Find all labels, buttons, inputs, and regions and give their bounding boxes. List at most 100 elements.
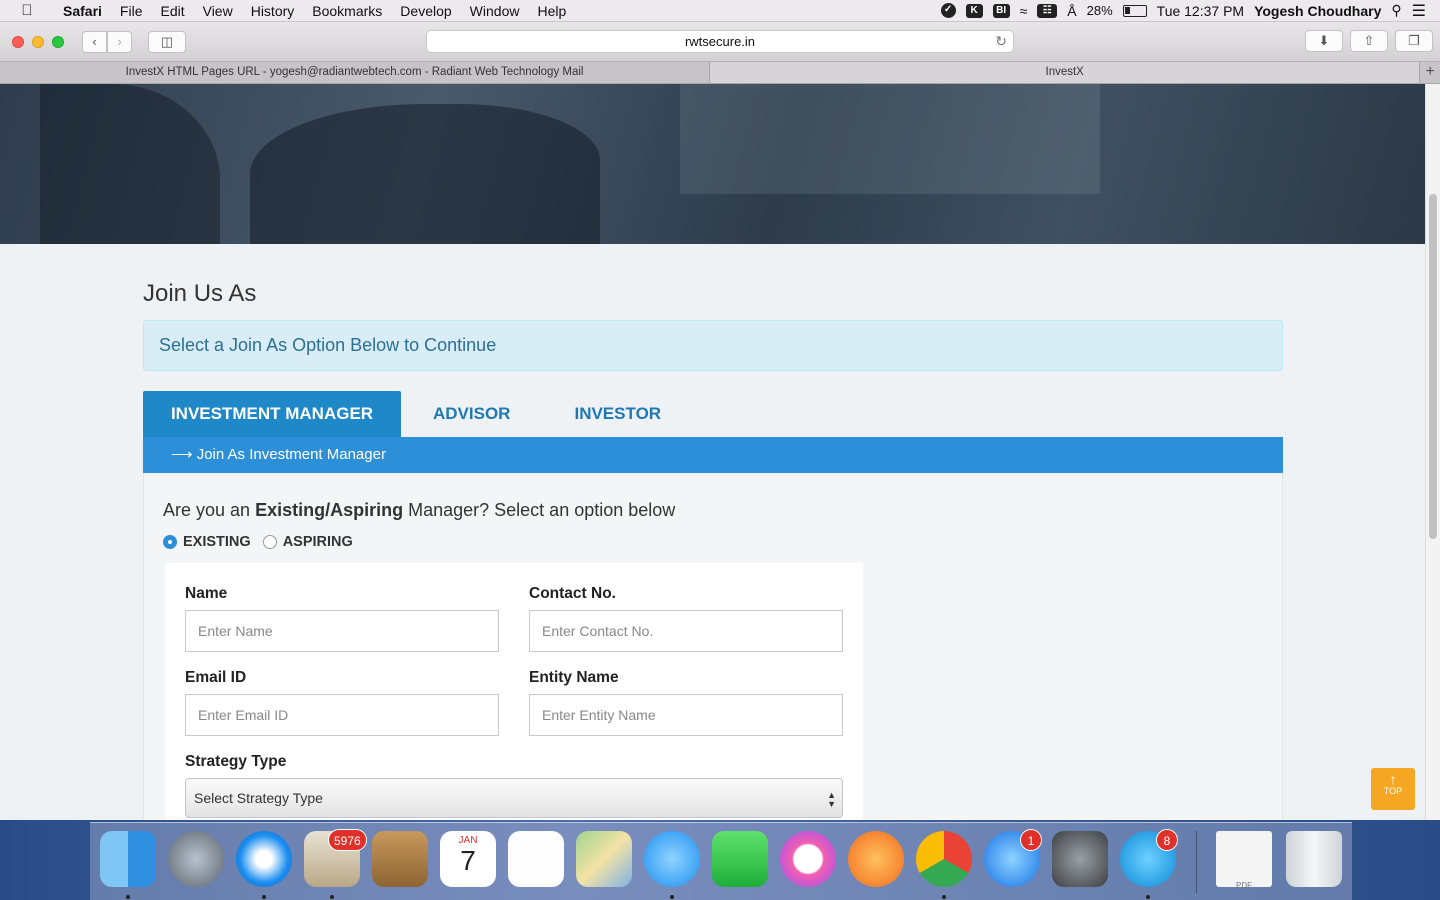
radio-aspiring-label: ASPIRING [282,534,353,550]
contact-label: Contact No. [529,585,616,602]
join-as-tabs: INVESTMENT MANAGER ADVISOR INVESTOR [143,391,1283,437]
menu-window[interactable]: Window [461,3,529,19]
pdf-document-icon[interactable]: PDF [1216,831,1272,890]
question-suffix: Manager? Select an option below [403,500,676,520]
evernote-icon[interactable]: K [965,3,983,18]
system-preferences-icon[interactable] [1052,831,1108,887]
downloads-button[interactable]: ⬇ [1305,30,1343,52]
launchpad-icon[interactable] [168,831,224,887]
share-button[interactable]: ⇧ [1350,30,1388,52]
top-label: TOP [1383,786,1403,796]
menu-view[interactable]: View [194,3,242,19]
mail-running-dot [330,895,334,899]
contact-input[interactable]: Enter Contact No. [529,610,843,652]
keyboard-icon[interactable]: ☷ [1037,3,1058,18]
zoom-window-button[interactable] [52,35,64,48]
clock[interactable]: Tue 12:37 PM [1157,3,1244,19]
browser-toolbar: ‹ › ◫ rwtsecure.in ↻ ⬇ ⇧ ❐ [0,22,1440,62]
radio-aspiring[interactable]: ASPIRING [262,534,353,550]
question-prefix: Are you an [163,500,256,520]
menu-help[interactable]: Help [528,3,575,19]
minimize-window-button[interactable] [32,35,44,48]
reminders-icon[interactable] [508,831,564,887]
page-title: Join Us As [143,280,257,307]
menu-history[interactable]: History [242,3,304,19]
maps-icon[interactable] [576,831,632,887]
itunes-icon[interactable] [780,831,836,887]
menu-app-name[interactable]: Safari [54,3,111,19]
finder-icon[interactable] [100,831,156,887]
check-status-icon[interactable]: ✓ [940,3,956,18]
dock: 5976 JAN 7 1 8 PDF [90,822,1352,900]
menu-file[interactable]: File [111,3,152,19]
calendar-icon[interactable]: JAN 7 [440,831,496,887]
chrome-icon[interactable] [916,831,972,887]
tab-investor[interactable]: INVESTOR [542,391,693,437]
hero-person-figure [250,104,600,244]
forward-button[interactable]: › [107,30,132,53]
apple-menu-icon[interactable]:  [0,2,54,19]
notification-center-icon[interactable]: ☰ [1412,1,1426,21]
hero-banner-image [0,84,1425,244]
facetime-icon[interactable] [712,831,768,887]
tab-investment-manager[interactable]: INVESTMENT MANAGER [143,391,401,437]
name-label: Name [185,585,228,602]
app-store-badge: 1 [1020,829,1042,851]
bi-icon[interactable]: BI [992,3,1010,18]
address-bar[interactable]: rwtsecure.in ↻ [426,30,1014,53]
reload-icon[interactable]: ↻ [995,31,1007,52]
arrow-up-icon: ↑ [1389,771,1397,787]
spotlight-search-icon[interactable]: ⚲ [1391,2,1401,19]
messages-icon[interactable] [644,831,700,887]
radio-existing[interactable]: EXISTING [163,534,251,550]
ibooks-icon[interactable] [848,831,904,887]
radio-existing-label: EXISTING [183,534,251,550]
bluetooth-icon[interactable]: Å [1067,3,1076,19]
dock-separator [1196,831,1197,893]
wifi-icon[interactable]: ≈ [1020,3,1028,19]
new-tab-icon[interactable]: + [1420,62,1440,83]
url-text: rwtsecure.in [684,34,756,49]
skype-badge: 8 [1156,829,1178,851]
menu-develop[interactable]: Develop [391,3,460,19]
tab-investx[interactable]: InvestX [710,62,1421,83]
finder-running-dot [126,895,130,899]
strategy-select[interactable]: Select Strategy Type ▲ ▼ [185,778,843,818]
menu-bar:  Safari File Edit View History Bookmark… [0,0,1440,22]
panel-header: ⟶ Join As Investment Manager [143,437,1283,473]
radio-aspiring-control[interactable] [262,535,277,549]
tab-advisor[interactable]: ADVISOR [401,391,542,437]
user-name[interactable]: Yogesh Choudhary [1254,3,1381,19]
calendar-month: JAN [458,835,478,846]
sidebar-toggle-button[interactable]: ◫ [148,30,186,53]
safari-icon[interactable] [236,831,292,887]
name-input[interactable]: Enter Name [185,610,499,652]
back-button[interactable]: ‹ [82,30,107,53]
entity-input[interactable]: Enter Entity Name [529,694,843,736]
tabs-overview-button[interactable]: ❐ [1395,30,1433,52]
menu-edit[interactable]: Edit [151,3,193,19]
contacts-icon[interactable] [372,831,428,887]
scroll-top-button[interactable]: ↑ TOP [1371,768,1415,810]
battery-icon[interactable] [1122,4,1147,17]
question-bold: Existing/Aspiring [255,500,404,520]
calendar-day: 7 [460,845,476,876]
messages-running-dot [670,895,674,899]
page-scrollbar[interactable] [1425,84,1440,820]
scrollbar-thumb[interactable] [1429,194,1437,539]
email-label: Email ID [185,669,247,686]
pdf-label: PDF [1236,881,1252,890]
close-window-button[interactable] [12,35,24,48]
trash-icon[interactable] [1286,831,1342,887]
select-arrows-icon: ▲ ▼ [827,790,836,809]
radio-existing-control[interactable] [163,535,177,549]
email-input[interactable]: Enter Email ID [185,694,499,736]
tab-mail[interactable]: InvestX HTML Pages URL - yogesh@radiantw… [0,62,711,83]
strategy-selected-value: Select Strategy Type [194,790,323,806]
manager-question: Are you an Existing/Aspiring Manager? Se… [163,500,675,521]
menu-bookmarks[interactable]: Bookmarks [303,3,391,19]
status-area: ✓ K BI ≈ ☷ Å 28% Tue 12:37 PM Yogesh Cho… [940,1,1440,21]
entity-label: Entity Name [529,669,619,686]
manager-form: Name Enter Name Contact No. Enter Contac… [165,563,863,823]
chrome-running-dot [942,895,946,899]
